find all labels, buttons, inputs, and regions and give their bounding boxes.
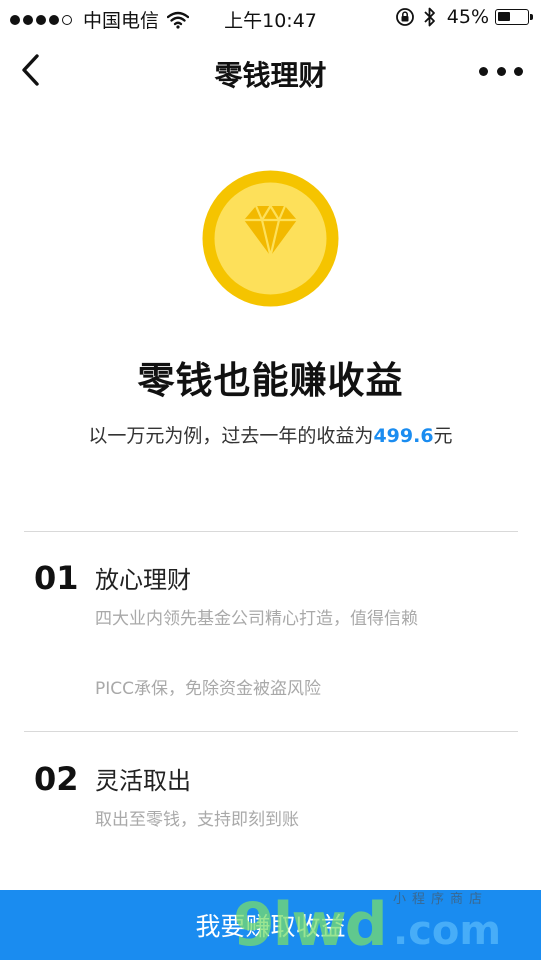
battery-icon [495, 9, 533, 25]
divider-middle [24, 731, 518, 732]
feature-title: 放心理财 [95, 566, 191, 594]
feature-description: PICC承保，免除资金被盗风险 [95, 679, 322, 699]
feature-title: 灵活取出 [95, 767, 191, 795]
feature-number: 02 [34, 760, 79, 798]
status-bar: 中国电信 上午10:47 45% [0, 0, 541, 36]
hero-title: 零钱也能赚收益 [137, 359, 404, 402]
battery-percent: 45% [446, 6, 489, 28]
app-screen: 中国电信 上午10:47 45% 零钱理财 零钱也能赚收益 以一万元为例，过去一… [0, 0, 541, 960]
feature-number: 01 [34, 559, 79, 597]
hero-subtitle-unit: 元 [433, 425, 453, 447]
annual-yield-amount: 499.6 [373, 425, 434, 447]
page-title: 零钱理财 [214, 59, 327, 92]
more-options-button[interactable] [479, 56, 523, 86]
hero-subtitle-text: 以一万元为例，过去一年的收益为 [88, 425, 374, 447]
divider-top [24, 531, 518, 532]
navigation-bar: 零钱理财 [0, 40, 541, 102]
diamond-coin-icon [202, 170, 339, 307]
feature-description: 四大业内领先基金公司精心打造，值得信赖 [95, 609, 418, 629]
more-dots-icon [479, 66, 488, 76]
feature-description: 取出至零钱，支持即刻到账 [95, 810, 299, 830]
rotation-lock-icon [395, 8, 414, 26]
earn-yield-button[interactable]: 我要赚取收益 [0, 890, 541, 960]
bluetooth-icon [424, 7, 435, 27]
battery-fill [498, 12, 510, 21]
status-right: 45% [395, 6, 533, 28]
hero-subtitle: 以一万元为例，过去一年的收益为499.6元 [0, 421, 541, 448]
